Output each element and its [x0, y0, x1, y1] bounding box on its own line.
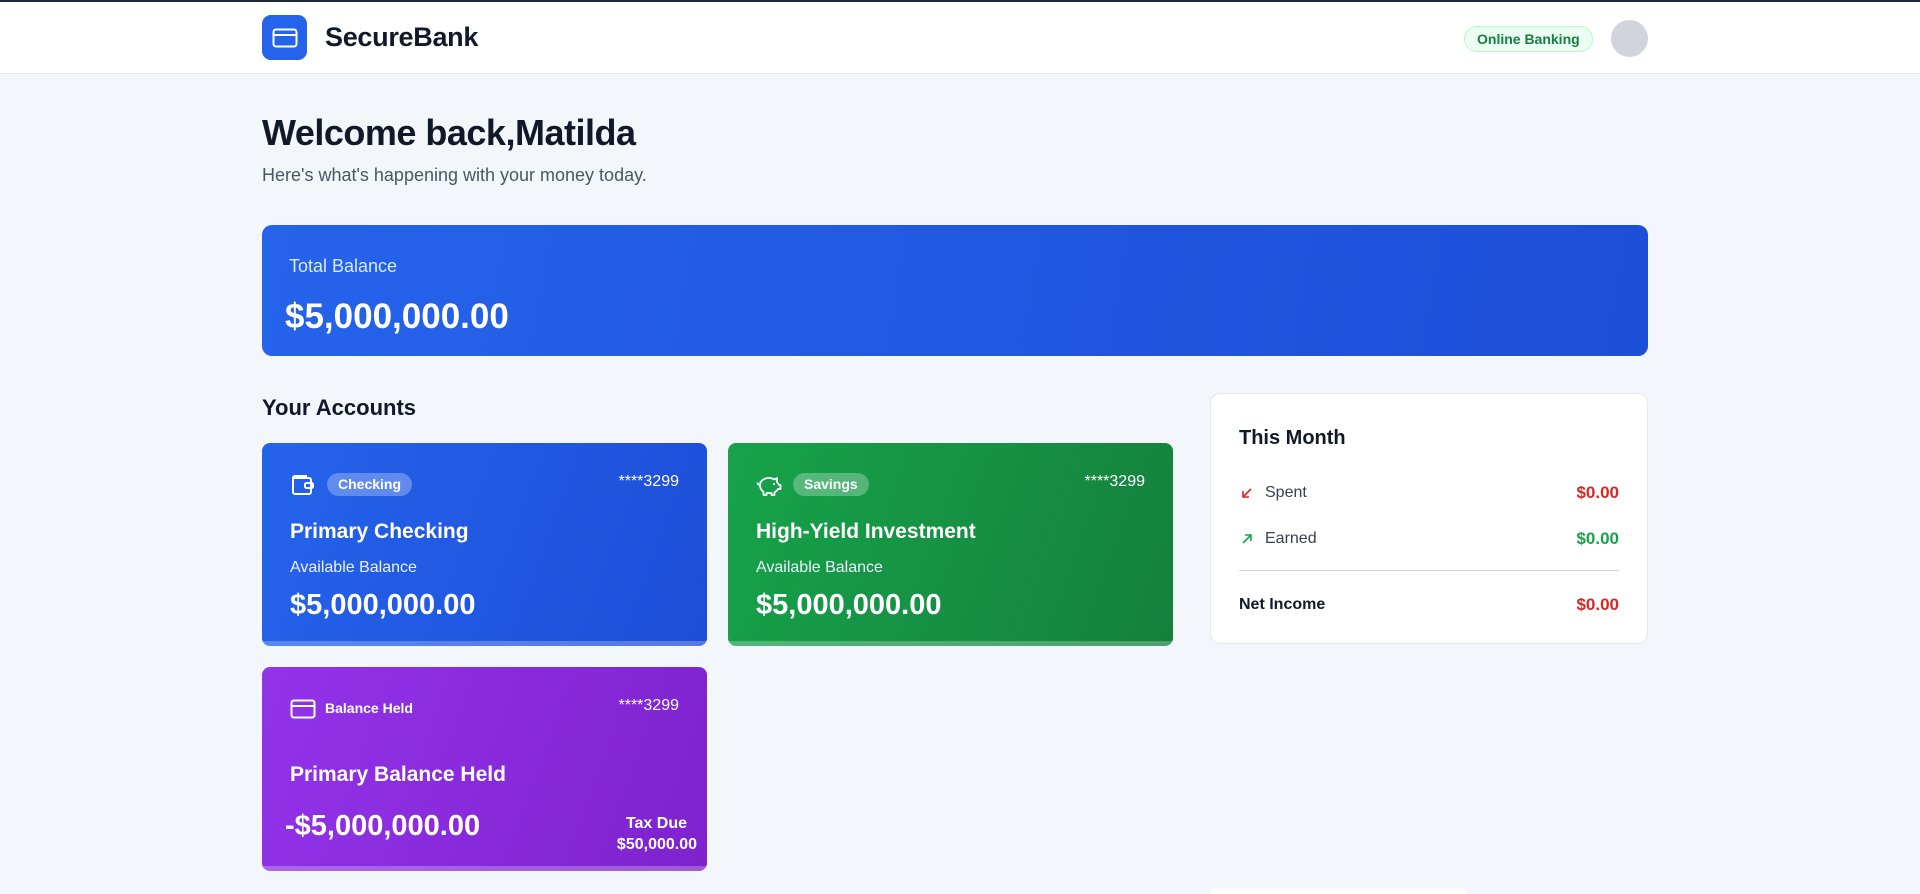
credit-card-icon	[290, 699, 316, 719]
account-card-savings[interactable]: Savings ****3299 High-Yield Investment A…	[728, 443, 1173, 646]
arrow-up-right-icon	[1242, 534, 1252, 544]
account-card-checking[interactable]: Checking ****3299 Primary Checking Avail…	[262, 443, 707, 646]
spent-label: Spent	[1265, 484, 1307, 501]
account-balance: $5,000,000.00	[756, 589, 942, 621]
spent-value: $0.00	[1576, 483, 1619, 502]
account-balance: -$5,000,000.00	[285, 810, 481, 842]
wallet-icon	[292, 475, 314, 495]
account-balance: $5,000,000.00	[290, 589, 476, 621]
net-income-row: Net Income $0.00	[1239, 594, 1619, 618]
online-banking-badge: Online Banking	[1464, 26, 1593, 52]
earned-label: Earned	[1265, 530, 1317, 547]
earned-value: $0.00	[1576, 529, 1619, 548]
bank-logo[interactable]	[262, 15, 307, 60]
piggy-bank-icon	[756, 477, 782, 496]
tax-due-value: $50,000.00	[616, 836, 697, 853]
card-accent-bar	[262, 866, 707, 871]
account-name: Primary Balance Held	[290, 763, 506, 786]
available-balance-label: Available Balance	[756, 559, 883, 576]
account-number: ****3299	[618, 473, 680, 490]
total-balance-card: Total Balance $5,000,000.00	[262, 225, 1648, 356]
total-balance-label: Total Balance	[289, 256, 398, 276]
net-income-value: $0.00	[1576, 595, 1619, 614]
page-title: Welcome back,Matilda	[262, 112, 636, 153]
page-subtitle: Here's what's happening with your money …	[262, 165, 647, 185]
partial-card-below	[1210, 888, 1468, 894]
this-month-card: This Month Spent $0.00 Earned $0.00 Net …	[1210, 393, 1648, 644]
account-card-balance-held[interactable]: Balance Held ****3299 Primary Balance He…	[262, 667, 707, 871]
arrow-down-left-icon	[1242, 488, 1252, 498]
account-type-badge: Savings	[793, 473, 869, 496]
total-balance-value: $5,000,000.00	[285, 297, 509, 336]
account-name: Primary Checking	[290, 520, 469, 543]
account-type-label: Balance Held	[325, 700, 413, 716]
net-income-label: Net Income	[1239, 596, 1326, 613]
user-avatar[interactable]	[1611, 20, 1648, 57]
earned-row: Earned $0.00	[1239, 528, 1619, 552]
this-month-title: This Month	[1239, 427, 1346, 449]
top-nav: SecureBank Online Banking	[0, 2, 1920, 74]
card-accent-bar	[262, 641, 707, 646]
account-number: ****3299	[1084, 473, 1146, 490]
spent-row: Spent $0.00	[1239, 482, 1619, 506]
card-accent-bar	[728, 641, 1173, 646]
account-name: High-Yield Investment	[756, 520, 976, 543]
divider	[1239, 570, 1619, 571]
available-balance-label: Available Balance	[290, 559, 417, 576]
accounts-section-title: Your Accounts	[262, 395, 417, 420]
account-number: ****3299	[618, 697, 680, 714]
credit-card-icon	[272, 28, 297, 47]
tax-due-label: Tax Due	[625, 815, 687, 832]
brand-name: SecureBank	[325, 22, 479, 52]
account-type-badge: Checking	[327, 473, 413, 496]
